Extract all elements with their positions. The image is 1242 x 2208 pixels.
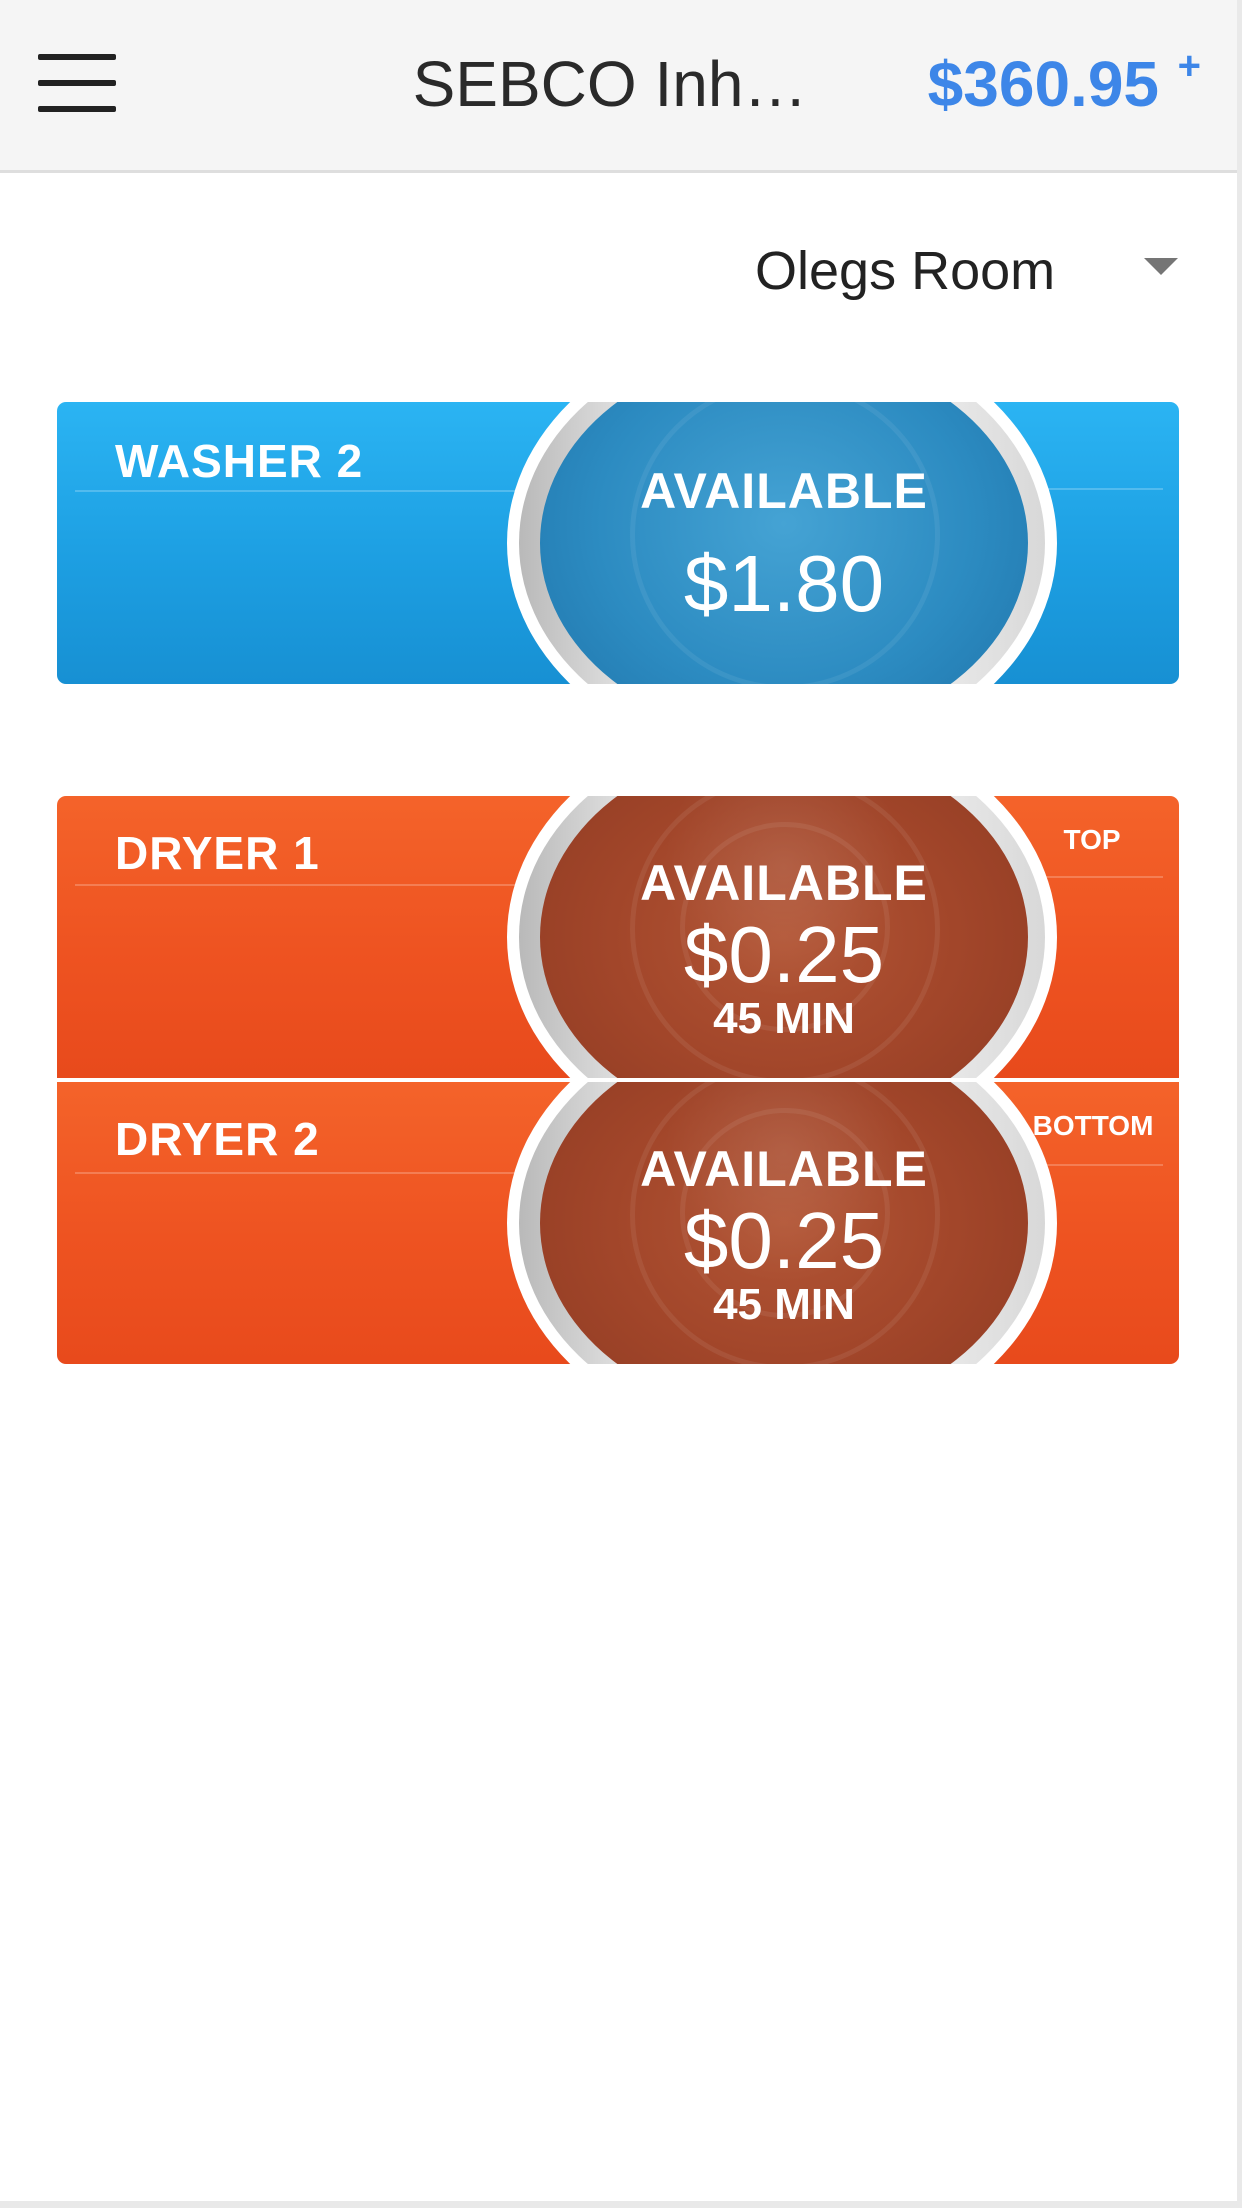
app-screen: SEBCO Inh… $360.95 + Olegs Room WASHER 2… [0,0,1242,2208]
machine-status-block: AVAILABLE $1.80 [540,462,1028,630]
room-dropdown-value: Olegs Room [755,241,1056,301]
machine-card-dryer-1[interactable]: DRYER 1 TOP AVAILABLE $0.25 45 MIN [57,796,1179,1078]
account-balance[interactable]: $360.95 [928,46,1159,122]
hamburger-menu-icon[interactable] [38,54,116,112]
machine-position-label: BOTTOM [1032,1110,1154,1141]
machine-price: $0.25 [683,1196,885,1285]
machine-duration: 45 MIN [713,994,855,1043]
machine-card-washer-2[interactable]: WASHER 2 AVAILABLE $1.80 [57,402,1179,684]
machine-price: $1.80 [683,539,885,628]
screen-edge [0,2201,1242,2208]
machine-card-dryer-2[interactable]: DRYER 2 BOTTOM AVAILABLE $0.25 45 MIN [57,1082,1179,1364]
machine-status: AVAILABLE [640,855,928,911]
dropdown-caret-icon [1144,258,1178,275]
room-dropdown[interactable]: Olegs Room [740,232,1190,312]
machine-status-block: AVAILABLE $0.25 45 MIN [540,1140,1028,1330]
page-title: SEBCO Inh… [412,48,808,120]
card-sheen [75,1172,555,1174]
card-sheen [75,884,555,886]
machine-status-block: AVAILABLE $0.25 45 MIN [540,854,1028,1044]
machine-duration: 45 MIN [713,1280,855,1329]
machine-name: DRYER 1 [115,827,320,879]
screen-edge [1237,0,1242,2208]
machine-name: WASHER 2 [115,435,364,487]
top-app-bar: SEBCO Inh… $360.95 + [0,0,1237,173]
card-sheen [75,490,555,492]
machine-position-label: TOP [1063,824,1121,855]
add-funds-button[interactable]: + [1178,44,1201,89]
machine-name: DRYER 2 [115,1113,320,1165]
machine-price: $0.25 [683,910,885,999]
machine-status: AVAILABLE [640,1141,928,1197]
machine-status: AVAILABLE [640,463,928,519]
